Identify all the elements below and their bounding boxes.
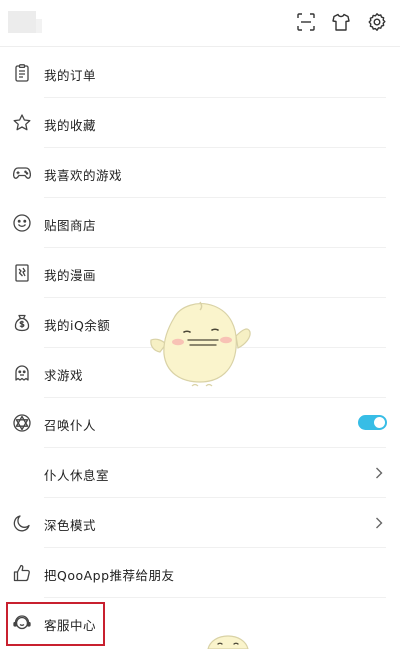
toggle-knob	[374, 417, 385, 428]
shirt-icon[interactable]	[330, 11, 352, 33]
menu-item-sticker-shop[interactable]: 贴图商店	[0, 198, 400, 248]
menu-item-liked-games[interactable]: 我喜欢的游戏	[0, 148, 400, 198]
money-bag-icon	[11, 312, 33, 334]
menu-item-recommend-qooapp[interactable]: 把QooApp推荐给朋友	[0, 548, 400, 598]
menu-item-label: 求游戏	[44, 368, 84, 383]
comic-icon	[11, 262, 33, 284]
clipboard-icon	[11, 62, 33, 84]
menu-item-label: 把QooApp推荐给朋友	[44, 568, 175, 583]
summon-servant-toggle[interactable]	[358, 415, 387, 430]
menu-item-label: 召唤仆人	[44, 418, 97, 433]
menu-item-my-comics[interactable]: 我的漫画	[0, 248, 400, 298]
ghost-icon	[11, 362, 33, 384]
avatar[interactable]	[8, 11, 42, 33]
menu-item-servant-lounge[interactable]: 仆人休息室	[0, 448, 400, 498]
menu-item-label: 贴图商店	[44, 218, 97, 233]
menu-item-label: 我的漫画	[44, 268, 97, 283]
menu-item-label: 我喜欢的游戏	[44, 168, 123, 183]
menu-item-favorites[interactable]: 我的收藏	[0, 98, 400, 148]
chevron-right-icon	[372, 514, 386, 532]
smiley-icon	[11, 212, 33, 234]
menu-item-orders[interactable]: 我的订单	[0, 48, 400, 98]
gear-icon[interactable]	[366, 11, 388, 33]
menu-item-label: 深色模式	[44, 518, 97, 533]
header-divider	[0, 46, 400, 47]
menu-item-label: 我的收藏	[44, 118, 97, 133]
scan-icon[interactable]	[295, 11, 317, 33]
thumbs-up-icon	[11, 562, 33, 584]
menu-item-dark-mode[interactable]: 深色模式	[0, 498, 400, 548]
gamepad-icon	[11, 162, 33, 184]
star-icon	[11, 112, 33, 134]
summon-star-icon	[11, 412, 33, 434]
menu-item-label: 我的订单	[44, 68, 97, 83]
menu-item-summon-servant: 召唤仆人	[0, 398, 400, 448]
header	[0, 0, 400, 46]
chevron-right-icon	[372, 464, 386, 482]
qoo-mascot-icon[interactable]	[148, 298, 256, 390]
menu-item-label: 仆人休息室	[44, 468, 110, 483]
qoo-mascot-peek-icon	[207, 635, 249, 649]
menu-item-label: 我的iQ余额	[44, 318, 111, 333]
customer-service-highlight	[6, 602, 105, 646]
moon-icon	[11, 512, 33, 534]
